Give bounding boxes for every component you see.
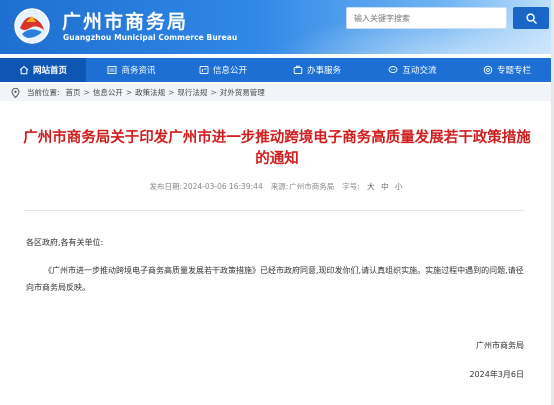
- site-logo[interactable]: [12, 6, 52, 46]
- font-size-control: 字号: 大 中 小: [342, 181, 404, 192]
- article-title: 广州市商务局关于印发广州市进一步推动跨境电子商务高质量发展若干政策措施的通知: [23, 130, 531, 167]
- breadcrumb-separator: >: [210, 88, 217, 97]
- search-icon: [525, 12, 537, 24]
- home-icon: [19, 65, 29, 75]
- chat-icon: [389, 66, 398, 73]
- search-button[interactable]: [513, 7, 549, 29]
- breadcrumb-info-public[interactable]: 信息公开: [93, 87, 123, 98]
- divider: [24, 210, 524, 211]
- breadcrumb-policy[interactable]: 政策法规: [135, 87, 165, 98]
- source: 来源:广州市商务局: [271, 181, 335, 192]
- main-nav: 网站首页 商务资讯 信息公开 办事服务 互动交流 专题专栏: [0, 58, 554, 82]
- publish-date-value: 2024-03-06 16:39:44: [183, 182, 263, 191]
- breadcrumb-foreign-trade[interactable]: 对外贸易管理: [220, 87, 265, 98]
- site-header: 广州市商务局 Guangzhou Municipal Commerce Bure…: [0, 0, 554, 54]
- nav-item-news[interactable]: 商务资讯: [86, 58, 177, 82]
- breadcrumb-separator: >: [168, 88, 175, 97]
- font-size-medium[interactable]: 中: [381, 182, 389, 191]
- site-title: 广州市商务局: [62, 11, 189, 33]
- publish-label: 发布日期:: [149, 182, 183, 191]
- font-size-large[interactable]: 大: [367, 182, 375, 191]
- breadcrumb-separator: >: [125, 88, 133, 97]
- nav-item-topics[interactable]: 专题专栏: [460, 58, 554, 82]
- issue-date: 2024年3月6日: [469, 370, 524, 379]
- font-size-label: 字号:: [342, 182, 360, 191]
- news-icon: [108, 66, 117, 74]
- breadcrumb-current-regulations[interactable]: 现行法规: [177, 87, 207, 98]
- signature: 广州市商务局: [476, 341, 524, 350]
- article-body: 《广州市进一步推动跨境电子商务高质量发展若干政策措施》已经市政府同意,现印发你们…: [26, 266, 524, 292]
- location-pin-icon: [11, 87, 20, 98]
- breadcrumb-home[interactable]: 首页: [66, 87, 81, 98]
- salutation: 各区政府,各有关单位:: [26, 238, 104, 247]
- article-meta: 发布日期:2024-03-06 16:39:44 来源:广州市商务局 字号: 大…: [0, 181, 554, 192]
- font-size-small[interactable]: 小: [395, 182, 403, 191]
- breadcrumb-prefix: 当前位置:: [27, 88, 60, 97]
- site-subtitle: Guangzhou Municipal Commerce Bureau: [63, 33, 238, 42]
- breadcrumb-separator: >: [83, 88, 90, 97]
- nav-item-home[interactable]: 网站首页: [0, 58, 86, 82]
- nav-label: 信息公开: [212, 66, 247, 76]
- source-value: 广州市商务局: [289, 182, 335, 191]
- nav-label: 网站首页: [32, 66, 67, 76]
- nav-label: 办事服务: [306, 66, 341, 76]
- publish-date: 发布日期:2024-03-06 16:39:44: [150, 181, 263, 192]
- topic-icon: [483, 65, 493, 75]
- service-icon: [293, 65, 303, 74]
- source-label: 来源:: [270, 182, 289, 191]
- nav-label: 专题专栏: [496, 66, 531, 76]
- info-icon: [199, 66, 209, 74]
- breadcrumb: 当前位置: 首页 > 信息公开 > 政策法规 > 现行法规 > 对外贸易管理: [0, 84, 554, 101]
- nav-label: 互动交流: [402, 66, 437, 76]
- nav-item-service[interactable]: 办事服务: [269, 58, 365, 82]
- search-input[interactable]: [346, 7, 507, 29]
- nav-item-interaction[interactable]: 互动交流: [365, 58, 460, 82]
- nav-item-info[interactable]: 信息公开: [177, 58, 269, 82]
- nav-label: 商务资讯: [121, 66, 156, 76]
